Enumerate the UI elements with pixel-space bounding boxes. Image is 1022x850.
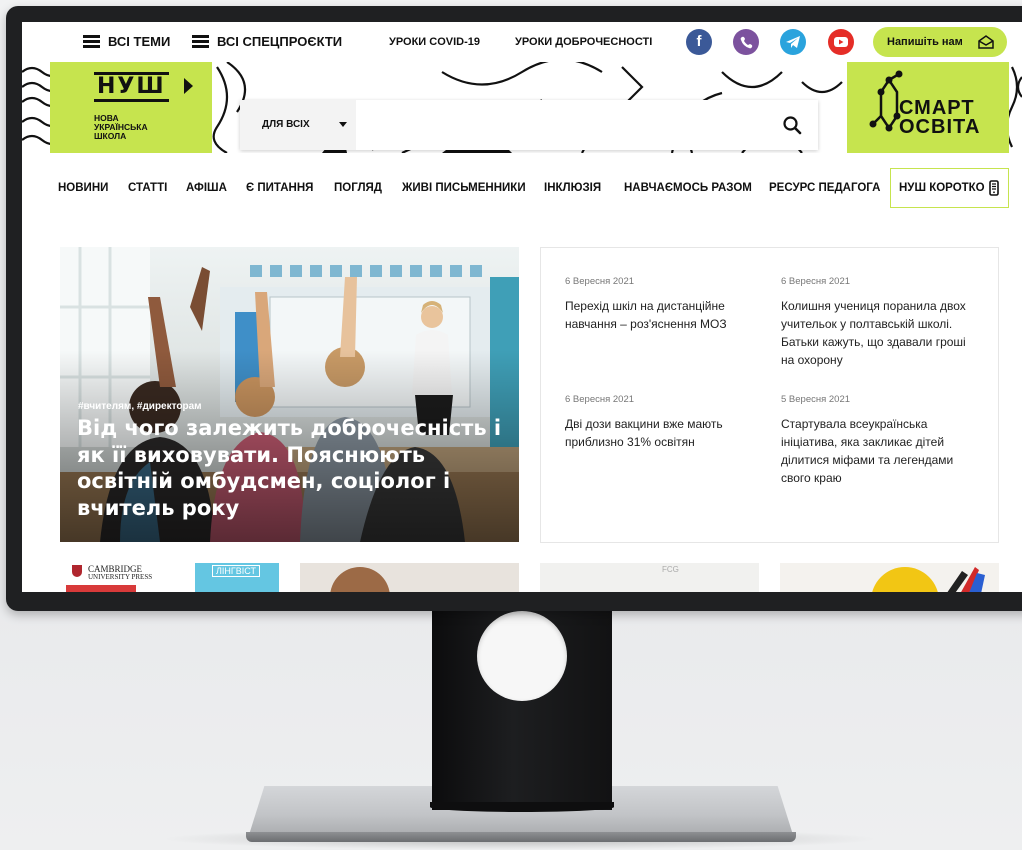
article-card-thumbnail[interactable]: [300, 563, 519, 592]
telegram-icon[interactable]: [780, 29, 806, 55]
hero-title[interactable]: Від чого залежить доброчесність і як її …: [77, 415, 517, 521]
fcg-label: FCG: [662, 565, 679, 574]
latest-news: 6 Вересня 2021 Перехід шкіл на дистанцій…: [540, 247, 999, 543]
article-card-thumbnail[interactable]: [780, 563, 999, 592]
person-photo: [330, 567, 390, 592]
news-date: 6 Вересня 2021: [565, 276, 635, 287]
smart-logo-line-1: СМАРТ: [899, 97, 975, 119]
monitor-screen: ВСІ ТЕМИ ВСІ СПЕЦПРОЄКТИ УРОКИ COVID-19 …: [22, 22, 1022, 592]
news-item[interactable]: 6 Вересня 2021 Перехід шкіл на дистанцій…: [565, 276, 760, 333]
press-label: UNIVERSITY PRESS: [88, 573, 153, 581]
menu-icon[interactable]: [83, 35, 100, 48]
viber-icon[interactable]: [733, 29, 759, 55]
search-bar: ДЛЯ ВСІХ: [240, 100, 818, 150]
monitor-stand-cable-hole: [477, 611, 567, 701]
nav-item-opinion[interactable]: ПОГЛЯД: [334, 153, 382, 223]
nush-logo[interactable]: НУШ НОВА УКРАЇНСЬКА ШКОЛА: [50, 62, 212, 153]
monitor-bezel: ВСІ ТЕМИ ВСІ СПЕЦПРОЄКТИ УРОКИ COVID-19 …: [6, 6, 1022, 611]
monitor-stand-base-edge: [246, 832, 796, 842]
hero-tags[interactable]: #вчителям, #директорам: [78, 401, 202, 412]
news-title[interactable]: Перехід шкіл на дистанційне навчання – р…: [565, 297, 760, 333]
hero-article[interactable]: #вчителям, #директорам Від чого залежить…: [60, 247, 519, 542]
news-item[interactable]: 5 Вересня 2021 Стартувала всеукраїнська …: [781, 394, 976, 487]
audience-dropdown[interactable]: ДЛЯ ВСІХ: [240, 100, 356, 150]
chevron-down-icon: [339, 122, 347, 127]
nav-item-inclusion[interactable]: ІНКЛЮЗІЯ: [544, 153, 601, 223]
logo-line-3: ШКОЛА: [94, 131, 127, 141]
abstract-art-image: [872, 567, 985, 592]
news-title[interactable]: Дві дози вакцини вже мають приблизно 31%…: [565, 415, 760, 451]
nush-logo-mark: НУШ: [94, 72, 169, 102]
news-date: 6 Вересня 2021: [781, 276, 851, 287]
nav-item-articles[interactable]: СТАТТІ: [128, 153, 167, 223]
news-date: 6 Вересня 2021: [565, 394, 635, 405]
nav-short-label: НУШ КОРОТКО: [899, 182, 985, 194]
crest-icon: [72, 565, 82, 577]
top-bar: ВСІ ТЕМИ ВСІ СПЕЦПРОЄКТИ УРОКИ COVID-19 …: [22, 22, 1022, 62]
covid-lessons-link[interactable]: УРОКИ COVID-19: [389, 22, 480, 62]
news-date: 5 Вересня 2021: [781, 394, 851, 405]
nav-item-learning-together[interactable]: НАВЧАЄМОСЬ РАЗОМ: [624, 153, 752, 223]
envelope-icon: [978, 35, 994, 49]
nav-item-news[interactable]: НОВИНИ: [58, 153, 108, 223]
monitor-stand-foot: [430, 802, 614, 812]
book-cover: [66, 585, 136, 592]
smart-logo-line-2: ОСВІТА: [899, 116, 981, 138]
article-card-thumbnail[interactable]: CAMBRIDGE UNIVERSITY PRESS ЛІНГВІСТ: [60, 563, 279, 592]
nav-item-questions[interactable]: Є ПИТАННЯ: [246, 153, 313, 223]
write-us-button[interactable]: Напишіть нам: [873, 27, 1007, 57]
header-banner: НУШ НОВА УКРАЇНСЬКА ШКОЛА ДЛЯ ВСІХ СМАРТ…: [22, 62, 1022, 153]
play-arrow-icon: [184, 78, 193, 94]
news-item[interactable]: 6 Вересня 2021 Колишня учениця поранила …: [781, 276, 976, 369]
nav-item-writers[interactable]: ЖИВІ ПИСЬМЕННИКИ: [402, 153, 526, 223]
audience-label: ДЛЯ ВСІХ: [262, 119, 310, 130]
article-card-thumbnail[interactable]: FCG: [540, 563, 759, 592]
smart-osvita-logo[interactable]: СМАРТ ОСВІТА: [847, 62, 1009, 153]
news-item[interactable]: 6 Вересня 2021 Дві дози вакцини вже мают…: [565, 394, 760, 451]
nav-item-nush-short[interactable]: НУШ КОРОТКО: [890, 168, 1009, 208]
phone-icon: [989, 180, 999, 196]
all-projects-link[interactable]: ВСІ СПЕЦПРОЄКТИ: [217, 22, 342, 62]
nav-item-teacher-resource[interactable]: РЕСУРС ПЕДАГОГА: [769, 153, 880, 223]
facebook-icon[interactable]: f: [686, 29, 712, 55]
news-title[interactable]: Колишня учениця поранила двох учительок …: [781, 297, 976, 369]
main-nav: НОВИНИ СТАТТІ АФІША Є ПИТАННЯ ПОГЛЯД ЖИВ…: [22, 153, 1022, 223]
lingvist-label: ЛІНГВІСТ: [212, 565, 260, 577]
menu-icon[interactable]: [192, 35, 209, 48]
nav-item-afisha[interactable]: АФІША: [186, 153, 227, 223]
youtube-icon[interactable]: [828, 29, 854, 55]
integrity-lessons-link[interactable]: УРОКИ ДОБРОЧЕСНОСТІ: [515, 22, 652, 62]
write-us-label: Напишіть нам: [887, 36, 963, 48]
search-icon[interactable]: [782, 115, 802, 135]
news-title[interactable]: Стартувала всеукраїнська ініціатива, яка…: [781, 415, 976, 487]
all-topics-link[interactable]: ВСІ ТЕМИ: [108, 22, 170, 62]
